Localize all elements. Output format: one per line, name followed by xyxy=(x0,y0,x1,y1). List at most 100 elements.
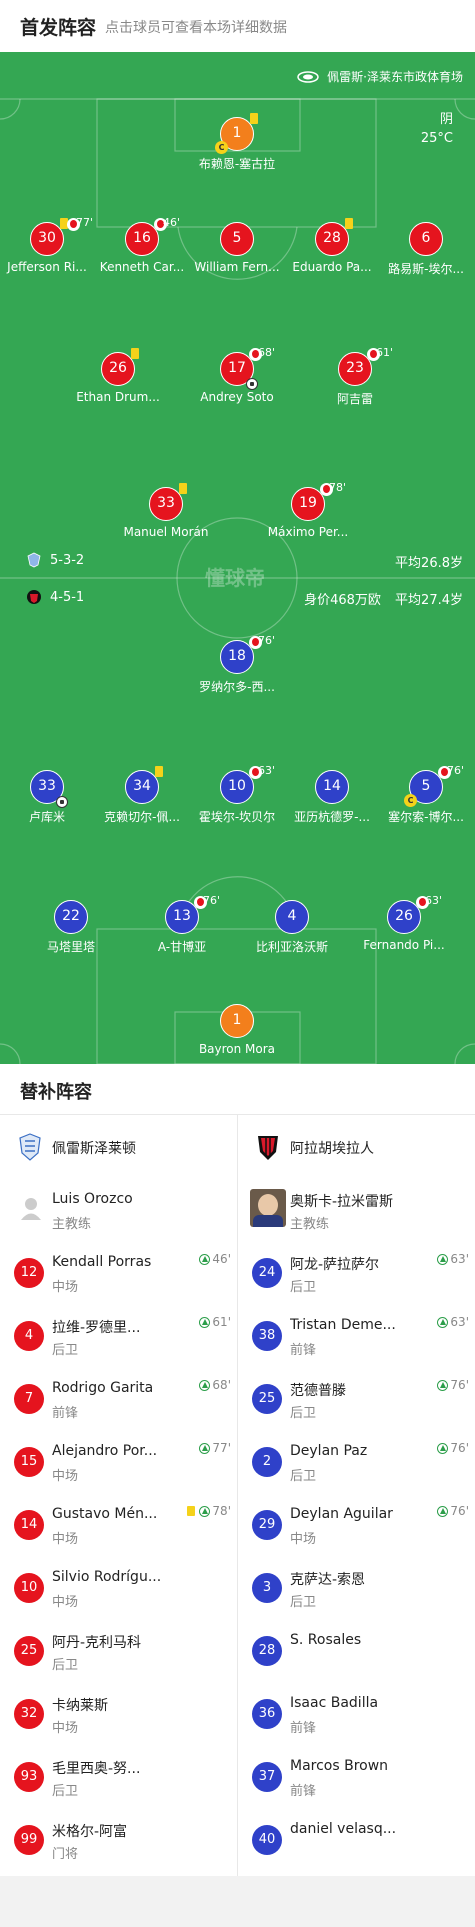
home-sub-row[interactable]: 25 阿丹-克利马科 后卫 xyxy=(0,1620,237,1683)
home-player-0[interactable]: 1 C 布赖恩-塞古拉 xyxy=(187,113,287,172)
player-name: Marcos Brown xyxy=(290,1758,389,1774)
away-sub-row[interactable]: 28 S. Rosales xyxy=(238,1620,475,1683)
home-coach-row[interactable]: Luis Orozco 主教练 xyxy=(0,1179,237,1242)
player-badge: 6 xyxy=(409,222,443,256)
home-player-4[interactable]: 28 Eduardo Pa... xyxy=(282,218,382,274)
home-sub-row[interactable]: 4 拉维-罗德里... 后卫 61' xyxy=(0,1305,237,1368)
away-sub-row[interactable]: 36 Isaac Badilla 前锋 xyxy=(238,1683,475,1746)
away-coach-name: 奥斯卡-拉米雷斯 xyxy=(290,1194,394,1210)
home-sub-list: 12 Kendall Porras 中场 46' 4 拉维-罗德里... 后卫 61' 7 Rod… xyxy=(0,1242,237,1872)
home-sub-row[interactable]: 7 Rodrigo Garita 前锋 68' xyxy=(0,1368,237,1431)
home-sub-row[interactable]: 32 卡纳莱斯 中场 xyxy=(0,1683,237,1746)
jersey-number: 26 xyxy=(101,352,135,386)
jersey-number: 2 xyxy=(252,1447,282,1477)
away-team-header[interactable]: 阿拉胡埃拉人 xyxy=(238,1115,475,1179)
home-player-1[interactable]: 30 77' Jefferson Ri... xyxy=(0,216,97,274)
away-sub-row[interactable]: 40 daniel velasq... xyxy=(238,1809,475,1872)
away-coach-row[interactable]: 奥斯卡-拉米雷斯 主教练 xyxy=(238,1179,475,1242)
away-sub-row[interactable]: 38 Tristan Deme... 前锋 63' xyxy=(238,1305,475,1368)
lineup-hint: 点击球员可查看本场详细数据 xyxy=(105,20,287,36)
away-player-9[interactable]: 26 63' Fernando Pi... xyxy=(354,894,454,952)
player-badge: 34 xyxy=(125,766,163,804)
away-sub-row[interactable]: 25 范德普滕 后卫 76' xyxy=(238,1368,475,1431)
player-position: 中场 xyxy=(52,1721,79,1736)
yellow-card-icon xyxy=(250,113,258,124)
away-sub-row[interactable]: 2 Deylan Paz 后卫 76' xyxy=(238,1431,475,1494)
away-player-8[interactable]: 4 比利亚洛沃斯 xyxy=(242,900,342,955)
jersey-number: 25 xyxy=(252,1384,282,1414)
away-formation-row: 4-5-1 xyxy=(26,589,84,605)
away-player-7[interactable]: 13 76' A-甘博亚 xyxy=(132,894,232,955)
away-player-6[interactable]: 22 马塔里塔 xyxy=(21,900,121,955)
player-position: 中场 xyxy=(52,1469,79,1484)
jersey-number: 99 xyxy=(14,1825,44,1855)
sub-in-minute: 76' xyxy=(450,1504,469,1518)
home-team-header[interactable]: 佩雷斯泽莱顿 xyxy=(0,1115,237,1179)
coach-avatar-placeholder-icon xyxy=(21,1198,41,1220)
player-name: 拉维-罗德里... xyxy=(52,1320,141,1336)
away-team-name: 阿拉胡埃拉人 xyxy=(290,1141,374,1157)
home-sub-row[interactable]: 14 Gustavo Mén... 中场 78' xyxy=(0,1494,237,1557)
away-sub-row[interactable]: 37 Marcos Brown 前锋 xyxy=(238,1746,475,1809)
jersey-number: 22 xyxy=(54,900,88,934)
away-player-0[interactable]: 18 76' 罗纳尔多-西... xyxy=(187,634,287,695)
away-sub-row[interactable]: 29 Deylan Aguilar 中场 76' xyxy=(238,1494,475,1557)
venue-name: 佩雷斯·泽莱东市政体育场 xyxy=(327,70,463,84)
goal-ball-icon xyxy=(246,378,258,390)
home-player-2[interactable]: 16 46' Kenneth Car... xyxy=(92,216,192,274)
lineup-title: 首发阵容 xyxy=(20,17,97,39)
player-position: 前锋 xyxy=(290,1784,317,1799)
substitution-minute: 76' xyxy=(258,634,276,647)
watermark: 懂球帝 xyxy=(205,566,265,590)
home-player-5[interactable]: 6 路易斯-埃尔... xyxy=(376,222,475,277)
jersey-number: 40 xyxy=(252,1825,282,1855)
away-player-4[interactable]: 14 亚历杭德罗-... xyxy=(282,770,382,825)
away-player-3[interactable]: 10 63' 霍埃尔-坎贝尔 xyxy=(187,764,287,825)
player-name: 布赖恩-塞古拉 xyxy=(198,157,276,171)
substitution-minute: 68' xyxy=(258,346,276,359)
home-player-6[interactable]: 26 Ethan Drum... xyxy=(68,348,168,404)
sub-in-info: 76' xyxy=(437,1504,469,1518)
away-player-2[interactable]: 34 克赖切尔-佩... xyxy=(92,766,192,825)
jersey-number: 5 xyxy=(220,222,254,256)
captain-icon: C xyxy=(215,141,228,154)
substitution-in-icon xyxy=(437,1379,449,1391)
player-name: Deylan Paz xyxy=(290,1443,368,1459)
away-sub-list: 24 阿龙-萨拉萨尔 后卫 63' 38 Tristan Deme... 前锋 63' 25 范德… xyxy=(238,1242,475,1872)
home-sub-row[interactable]: 15 Alejandro Por... 中场 77' xyxy=(0,1431,237,1494)
player-name: 克萨达-索恩 xyxy=(290,1572,366,1588)
home-sub-row[interactable]: 99 米格尔-阿富 门将 xyxy=(0,1809,237,1872)
home-player-9[interactable]: 33 Manuel Morán xyxy=(116,483,216,539)
player-name: 阿龙-萨拉萨尔 xyxy=(290,1257,380,1273)
player-name: 比利亚洛沃斯 xyxy=(255,940,328,954)
away-player-10[interactable]: 1 Bayron Mora xyxy=(187,1004,287,1056)
jersey-number: 14 xyxy=(14,1510,44,1540)
home-player-10[interactable]: 19 78' Máximo Per... xyxy=(258,481,358,539)
home-player-8[interactable]: 23 61' 阿吉雷 xyxy=(305,346,405,407)
away-team-logo-icon xyxy=(27,590,41,604)
jersey-number: 33 xyxy=(149,487,183,521)
jersey-number: 10 xyxy=(14,1573,44,1603)
jersey-number: 38 xyxy=(252,1321,282,1351)
player-name: Bayron Mora xyxy=(198,1042,276,1056)
home-player-3[interactable]: 5 William Fern... xyxy=(187,222,287,274)
captain-icon: C xyxy=(404,794,417,807)
sub-in-minute: 78' xyxy=(212,1504,231,1518)
sub-in-minute: 76' xyxy=(450,1378,469,1392)
player-position: 中场 xyxy=(290,1532,317,1547)
home-player-7[interactable]: 17 68' Andrey Soto xyxy=(187,346,287,404)
player-name: Silvio Rodrígu... xyxy=(52,1569,162,1585)
away-player-5[interactable]: 5 76' C 塞尔索-博尔... xyxy=(376,764,475,825)
jersey-number: 4 xyxy=(14,1321,44,1351)
away-player-1[interactable]: 33 卢库米 xyxy=(0,770,97,825)
home-sub-row[interactable]: 10 Silvio Rodrígu... 中场 xyxy=(0,1557,237,1620)
home-sub-row[interactable]: 93 毛里西奥-努... 后卫 xyxy=(0,1746,237,1809)
player-name: 霍埃尔-坎贝尔 xyxy=(198,810,276,824)
away-sub-row[interactable]: 24 阿龙-萨拉萨尔 后卫 63' xyxy=(238,1242,475,1305)
home-team-crest-icon xyxy=(19,1133,41,1161)
player-name: Fernando Pi... xyxy=(363,938,445,952)
away-sub-row[interactable]: 3 克萨达-索恩 后卫 xyxy=(238,1557,475,1620)
jersey-number: 24 xyxy=(252,1258,282,1288)
player-name: Andrey Soto xyxy=(200,390,274,404)
home-sub-row[interactable]: 12 Kendall Porras 中场 46' xyxy=(0,1242,237,1305)
